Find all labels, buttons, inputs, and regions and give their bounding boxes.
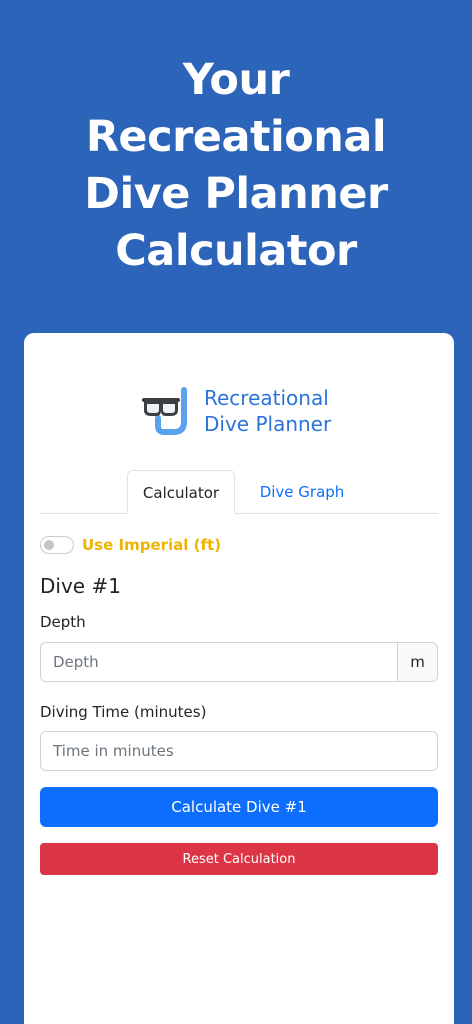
tab-dive-graph[interactable]: Dive Graph [247,470,357,514]
toggle-knob [44,540,54,550]
imperial-toggle-switch[interactable] [40,536,74,554]
depth-unit-addon: m [397,642,438,682]
hero-title-line: Calculator [115,226,357,276]
diving-time-input[interactable] [40,731,438,771]
hero-title: Your Recreational Dive Planner Calculato… [0,52,472,280]
logo-text-line: Dive Planner [204,412,332,436]
diving-time-label: Diving Time (minutes) [40,703,207,721]
logo-text: Recreational Dive Planner [204,385,331,437]
depth-input[interactable] [40,642,397,682]
calculator-card: Recreational Dive Planner Calculator Div… [24,333,454,1024]
logo-text-line: Recreational [204,386,329,410]
tab-bar: Calculator Dive Graph [40,470,438,514]
app-logo: Recreational Dive Planner [140,383,350,439]
calculate-dive-button[interactable]: Calculate Dive #1 [40,787,438,827]
depth-label: Depth [40,613,86,631]
reset-calculation-button[interactable]: Reset Calculation [40,843,438,875]
dive-title: Dive #1 [40,574,121,598]
imperial-toggle-row: Use Imperial (ft) [40,533,221,557]
imperial-toggle-label[interactable]: Use Imperial (ft) [82,536,221,554]
tab-calculator[interactable]: Calculator [127,470,235,514]
hero-title-line: Your [182,55,290,105]
snorkel-mask-icon [142,387,187,435]
depth-input-group: m [40,642,438,682]
hero-title-line: Dive Planner [84,169,388,219]
hero-title-line: Recreational [85,112,387,162]
